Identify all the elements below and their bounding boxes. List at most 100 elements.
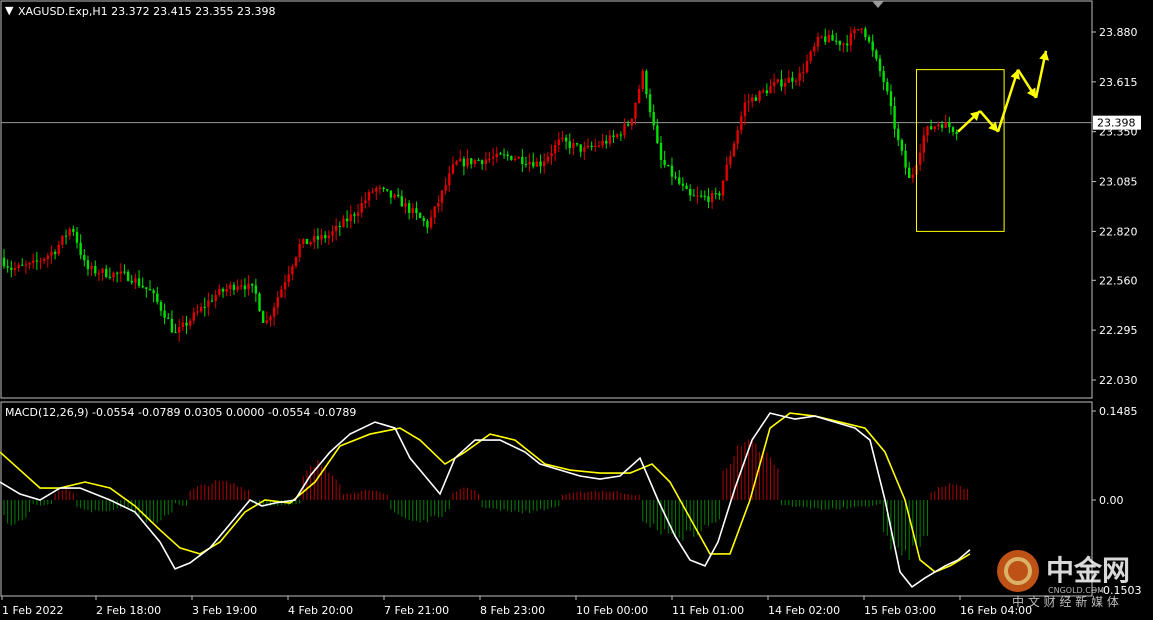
candle-body: [845, 43, 849, 46]
candle-body: [805, 60, 809, 73]
candle-body: [918, 152, 922, 165]
candle-body: [156, 293, 159, 302]
candle-body: [535, 161, 539, 167]
candle-body: [882, 71, 885, 83]
candle-body: [853, 29, 856, 34]
candle-body: [196, 311, 199, 313]
macd-header: MACD(12,26,9) -0.0554 -0.0789 0.0305 0.0…: [5, 406, 356, 419]
candle-body: [451, 164, 455, 174]
candle-body: [265, 320, 268, 323]
candle-body: [484, 159, 487, 164]
candle-body: [324, 234, 327, 239]
candle-body: [630, 118, 633, 126]
time-axis-label: 8 Feb 23:00: [480, 604, 545, 617]
candle-body: [718, 193, 721, 196]
candle-body: [681, 183, 685, 186]
candle-body: [860, 28, 863, 30]
candle-body: [838, 40, 842, 45]
candle-body: [867, 36, 871, 42]
candle-body: [141, 285, 144, 288]
time-axis-label: 1 Feb 2022: [2, 604, 63, 617]
candle-body: [601, 140, 604, 146]
candle-body: [674, 176, 677, 178]
candle-body: [703, 195, 706, 197]
candle-body: [261, 311, 265, 323]
candle-body: [743, 102, 747, 117]
candle-body: [440, 190, 444, 203]
candle-body: [517, 157, 520, 159]
candle-body: [418, 213, 422, 218]
candle-body: [791, 77, 794, 82]
candle-body: [619, 134, 623, 136]
candle-body: [192, 312, 195, 321]
candle-body: [470, 158, 473, 165]
candle-body: [353, 214, 356, 216]
candle-body: [787, 77, 790, 83]
candle-body: [130, 280, 133, 283]
collapse-icon[interactable]: ▼: [5, 4, 14, 17]
candle-body: [652, 112, 655, 126]
candle-body: [543, 161, 546, 167]
price-tick-label: 22.030: [1099, 374, 1138, 387]
candle-body: [590, 145, 593, 148]
candle-body: [188, 320, 192, 326]
candle-body: [502, 154, 506, 156]
watermark-brand-en: CNGOLD.COM: [1048, 586, 1104, 595]
candle-body: [721, 180, 725, 196]
candle-body: [546, 156, 550, 162]
candle-body: [506, 154, 509, 157]
candle-body: [908, 167, 911, 178]
candle-body: [159, 301, 163, 311]
candle-body: [645, 71, 648, 95]
candle-body: [740, 116, 743, 131]
candle-body: [809, 51, 812, 61]
candle-body: [178, 327, 181, 333]
candle-body: [119, 271, 122, 274]
candle-body: [667, 164, 670, 166]
chart-background: [0, 0, 1153, 620]
candle-body: [539, 161, 542, 167]
candle-body: [521, 157, 524, 164]
trading-chart: 23.88023.61523.35023.08522.82022.56022.2…: [0, 0, 1153, 620]
candle-body: [659, 142, 663, 161]
candle-body: [298, 244, 301, 258]
candle-body: [762, 90, 765, 92]
macd-tick-label: 0.00: [1099, 494, 1124, 507]
candle-body: [331, 231, 334, 236]
candle-body: [404, 203, 407, 207]
candle-body: [564, 137, 568, 142]
candle-body: [827, 34, 831, 42]
candle-body: [886, 82, 889, 92]
candle-body: [616, 134, 619, 138]
candle-body: [382, 187, 385, 190]
candle-body: [871, 41, 874, 51]
candle-body: [951, 127, 955, 132]
candle-body: [411, 208, 414, 213]
candle-body: [897, 128, 900, 140]
candle-body: [108, 276, 112, 278]
candle-body: [849, 33, 852, 46]
candle-body: [199, 306, 203, 312]
candle-body: [313, 236, 316, 243]
candle-body: [572, 143, 575, 148]
candle-body: [429, 217, 433, 228]
candle-body: [174, 332, 177, 334]
candle-body: [272, 307, 276, 317]
candle-body: [532, 161, 535, 167]
macd-tick-label: 0.1485: [1099, 405, 1138, 418]
candle-body: [437, 202, 440, 207]
candle-body: [415, 208, 418, 214]
candle-body: [553, 144, 557, 154]
candle-body: [21, 264, 24, 266]
candle-body: [510, 156, 513, 161]
time-axis-label: 11 Feb 01:00: [672, 604, 744, 617]
candle-body: [371, 191, 374, 193]
candle-body: [732, 143, 736, 157]
candle-body: [893, 106, 896, 129]
candle-body: [678, 177, 681, 184]
price-tick-label: 23.085: [1099, 176, 1138, 189]
candle-body: [79, 242, 82, 255]
candle-body: [185, 322, 188, 326]
candle-body: [386, 189, 389, 191]
candle-body: [765, 90, 769, 94]
